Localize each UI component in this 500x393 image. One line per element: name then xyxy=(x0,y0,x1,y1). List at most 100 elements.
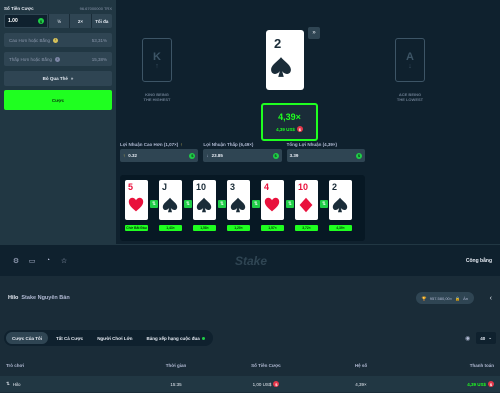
race-leaderboard-label: Bảng xếp hạng cuộc đua xyxy=(146,335,200,341)
current-card: 2 xyxy=(266,30,304,90)
table-header: Trò chơi Thời gian Số Tiền Cược Hệ số Th… xyxy=(0,358,500,372)
history-multiplier-badge: 1,20× xyxy=(227,225,250,231)
fairness-link[interactable]: Công bằng xyxy=(466,258,492,264)
profit-total-label: Tổng Lợi Nhuận (4,39×) xyxy=(287,140,365,149)
profit-lower-field[interactable]: ↓ 23.85 $ xyxy=(203,149,282,162)
rows-select[interactable]: 40 ⌄ xyxy=(476,332,496,344)
game-toolbar: ⚙ ▭ ◔ ☆ Stake Công bằng xyxy=(0,244,500,276)
history-card: 4 xyxy=(261,180,284,220)
game-info-section: Hilo Stake Nguyên Bản 🏆 957.580,00× 🔒 Ẩn… xyxy=(0,276,500,393)
higher-label: Cao Hơn hoặc Bằng xyxy=(9,37,50,43)
settings-icon[interactable]: ⚙ xyxy=(8,257,24,265)
row-multiplier: 4,39× xyxy=(355,381,367,387)
header-game: Trò chơi xyxy=(6,362,24,368)
row-payout-value: 4,39 US$ xyxy=(467,381,486,387)
history-multiplier-badge: 3,72× xyxy=(295,225,318,231)
dollar-coin-icon: $ xyxy=(355,152,362,159)
profit-total-label-text: Tổng Lợi Nhuận (4,39×) xyxy=(286,142,337,147)
history-card: 10 xyxy=(295,180,318,220)
profit-lower-label-text: Lợi Nhuận Thấp (6,49×) xyxy=(203,142,254,147)
arrow-up-icon: ↑ xyxy=(180,142,183,147)
spade-icon xyxy=(196,197,212,213)
dollar-coin-icon: $ xyxy=(189,152,196,159)
lower-button[interactable]: Thấp Hơn hoặc Bằng ↓ 15,38% xyxy=(4,52,112,66)
stats-icon[interactable]: ◔ xyxy=(40,257,56,264)
history-multiplier-badge: 1,58× xyxy=(193,225,216,231)
max-bet-button[interactable]: Tối đa xyxy=(90,14,112,28)
arrow-up-icon: ↑ xyxy=(155,62,159,70)
higher-button[interactable]: Cao Hơn hoặc Bằng ↑ 53,31% xyxy=(4,33,112,47)
king-rank: K xyxy=(153,50,161,63)
history-card: 10 xyxy=(193,180,216,220)
double-bet-button[interactable]: 2× xyxy=(69,14,90,28)
max-win-value: 957.580,00× xyxy=(429,295,453,301)
profit-total-field[interactable]: 3.39 $ xyxy=(286,149,365,162)
dollar-coin-icon: $ xyxy=(38,18,44,24)
skip-card-label: Bỏ Qua Thẻ xyxy=(42,76,68,81)
diamond-icon xyxy=(299,197,313,213)
profit-higher-field[interactable]: ↑ 0.32 $ xyxy=(120,149,199,162)
tab-race-leaderboard[interactable]: Bảng xếp hạng cuộc đua xyxy=(141,332,211,344)
live-dot-icon xyxy=(201,336,205,340)
history-arrow-icon: ⇅ xyxy=(252,200,260,208)
history-card: J xyxy=(159,180,182,220)
skip-card-mini-button[interactable]: » xyxy=(308,27,320,39)
history-card: 3 xyxy=(227,180,250,220)
lower-probability: 15,38% xyxy=(91,56,107,62)
current-card-rank: 2 xyxy=(274,36,282,51)
row-payout: 4,39 US$ $ xyxy=(416,381,494,387)
table-row[interactable]: ⇅ Hilo 15:35 1,00 US$ $ 4,39× 4,39 US$ $ xyxy=(0,376,500,392)
arrow-down-icon: ↓ xyxy=(54,56,60,62)
higher-probability: 53,31% xyxy=(91,37,107,43)
history-card: 2 xyxy=(329,180,352,220)
favorite-star-icon[interactable]: ☆ xyxy=(56,257,72,265)
rows-select-value: 40 xyxy=(480,335,486,341)
lock-icon: 🔒 xyxy=(455,295,461,301)
profit-total-value: 3.39 xyxy=(289,153,299,158)
ace-deck-card: A ↓ xyxy=(395,38,425,82)
king-caption-line-2: THE HIGHEST xyxy=(143,97,171,102)
bet-sidebar: Số Tiền Cược 96.67000000 TRX 1.00 $ ½ 2×… xyxy=(0,0,116,244)
game-info-header: Hilo Stake Nguyên Bản 🏆 957.580,00× 🔒 Ẩn… xyxy=(0,288,500,308)
history-multiplier-badge: 1,43× xyxy=(159,225,182,231)
arrow-down-icon: ↓ xyxy=(408,62,412,70)
bet-button[interactable]: Cược xyxy=(4,90,112,110)
current-payout: 4,39 US$ $ xyxy=(276,126,303,132)
tab-all-bets[interactable]: Tất Cả Cược xyxy=(50,332,89,344)
bet-crypto-value: 96.67000000 TRX xyxy=(79,6,112,11)
chevron-left-icon[interactable]: ‹ xyxy=(474,295,492,302)
trophy-icon: 🏆 xyxy=(421,295,427,301)
hilo-icon: ⇅ xyxy=(6,381,10,386)
profit-higher-value: 0.32 xyxy=(128,153,138,158)
max-win-badge[interactable]: 🏆 957.580,00× 🔒 Ẩn xyxy=(415,292,474,304)
profit-higher: Lợi Nhuận Cao Hơn (1,07×) ↑ ↑ 0.32 $ xyxy=(120,140,199,162)
ace-rank: A xyxy=(406,50,414,63)
history-card: 5 xyxy=(125,180,148,220)
row-amount-value: 1,00 US$ xyxy=(252,381,272,387)
half-bet-button[interactable]: ½ xyxy=(48,14,69,28)
row-game-name: Hilo xyxy=(12,381,21,387)
bet-amount-row: 1.00 $ ½ 2× Tối đa xyxy=(4,14,112,28)
currency-coin-icon: $ xyxy=(488,381,494,387)
card-history: 5 Chờ Bắt Đầu J 1,43× ⇅ 10 1,58× ⇅ 3 1,20× ⇅ 4 1,57×… xyxy=(120,175,365,241)
tab-my-bets[interactable]: Cược Của Tôi xyxy=(6,332,48,344)
bet-amount-input[interactable]: 1.00 $ xyxy=(4,14,48,28)
skip-card-button[interactable]: Bỏ Qua Thẻ » xyxy=(4,71,112,86)
current-multiplier-box: 4,39× 4,39 US$ $ xyxy=(261,103,318,141)
row-game: ⇅ Hilo xyxy=(6,381,126,387)
history-arrow-icon: ⇅ xyxy=(286,200,294,208)
history-card-rank: 4 xyxy=(264,182,270,192)
tab-high-rollers[interactable]: Người Chơi Lớn xyxy=(91,332,138,344)
row-amount: 1,00 US$ $ xyxy=(226,381,306,387)
chevron-down-icon: ⌄ xyxy=(488,335,492,340)
arrow-down-icon: ↓ xyxy=(206,153,209,158)
heart-icon xyxy=(264,197,280,212)
spade-icon xyxy=(230,197,246,213)
history-card-rank: 5 xyxy=(128,182,134,192)
history-arrow-icon: ⇅ xyxy=(150,200,158,208)
theatre-mode-icon[interactable]: ▭ xyxy=(24,257,40,265)
bets-tabs-bar: Cược Của Tôi Tất Cả Cược Người Chơi Lớn … xyxy=(0,328,500,348)
lower-label: Thấp Hơn hoặc Bằng xyxy=(9,56,52,62)
eye-off-icon[interactable]: ◉ xyxy=(465,335,470,342)
history-card-rank: 10 xyxy=(298,182,309,192)
